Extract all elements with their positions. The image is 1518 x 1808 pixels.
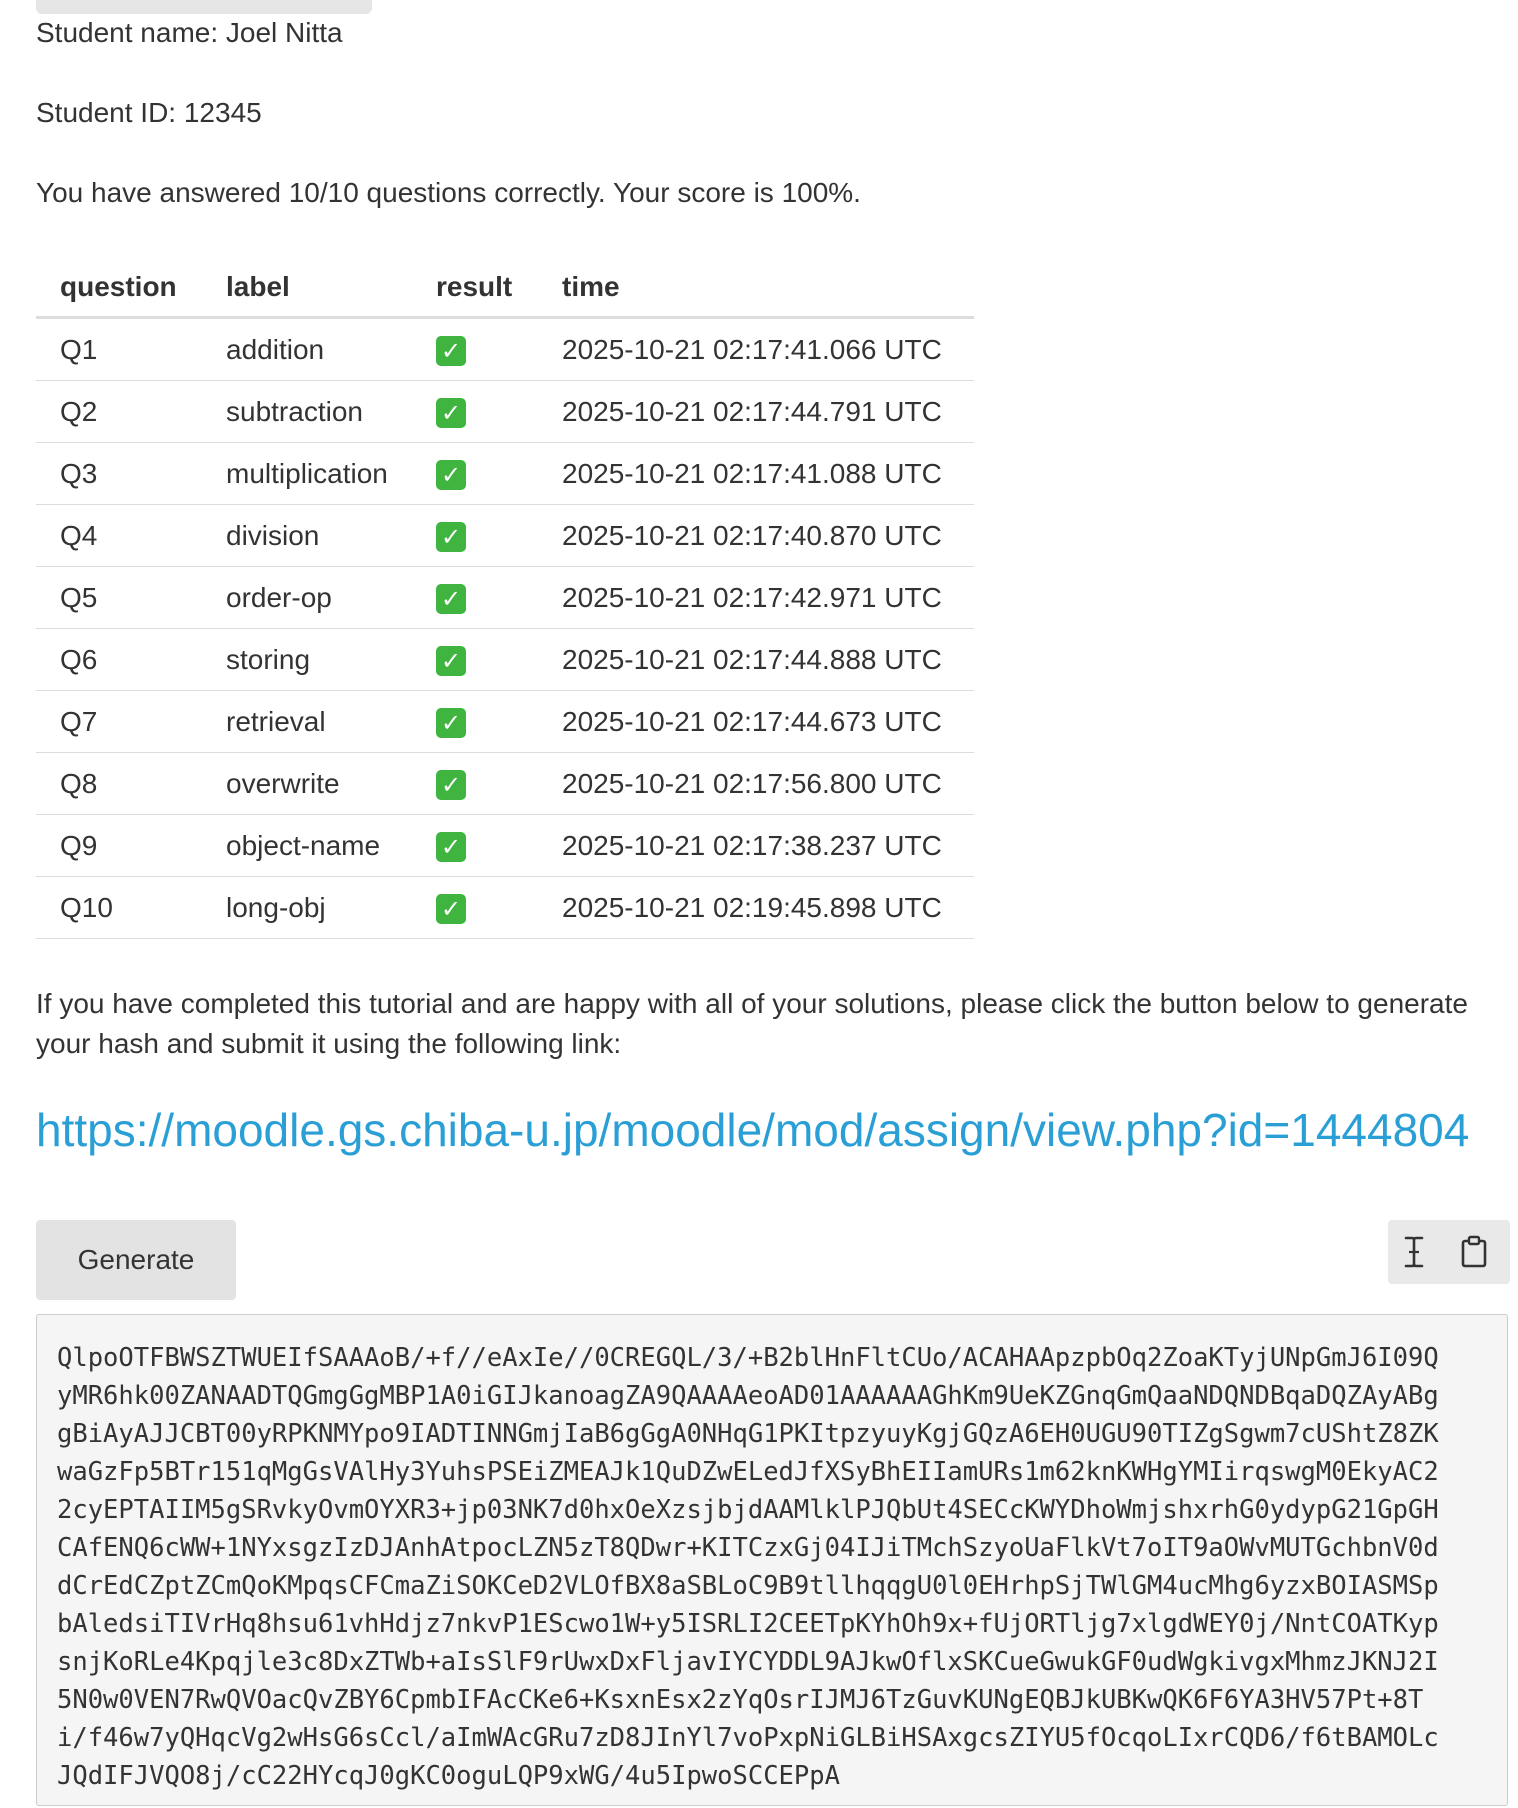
student-id: Student ID: 12345 <box>36 97 262 128</box>
hash-line: QlpoOTFBWSZTWUEIfSAAAoB/+f//eAxIe//0CREG… <box>57 1343 1439 1373</box>
label-cell: division <box>202 504 412 567</box>
table-row: Q8 overwrite ✓ 2025-10-21 02:17:56.800 UTC <box>36 752 974 815</box>
time-cell: 2025-10-21 02:17:42.971 UTC <box>538 566 974 629</box>
column-header-label: label <box>202 258 412 319</box>
question-cell: Q3 <box>36 442 202 505</box>
green-check-icon: ✓ <box>436 583 466 614</box>
result-cell: ✓ <box>412 566 538 629</box>
table-row: Q10 long-obj ✓ 2025-10-21 02:19:45.898 UTC <box>36 876 974 939</box>
table-row: Q6 storing ✓ 2025-10-21 02:17:44.888 UTC <box>36 628 974 691</box>
result-cell: ✓ <box>412 504 538 567</box>
question-cell: Q8 <box>36 752 202 815</box>
column-header-result: result <box>412 258 538 319</box>
green-check-icon: ✓ <box>436 645 466 676</box>
table-row: Q5 order-op ✓ 2025-10-21 02:17:42.971 UTC <box>36 566 974 629</box>
generate-button[interactable]: Generate <box>36 1220 236 1300</box>
result-cell: ✓ <box>412 317 538 381</box>
time-cell: 2025-10-21 02:17:44.888 UTC <box>538 628 974 691</box>
question-cell: Q5 <box>36 566 202 629</box>
results-table-body: Q1 addition ✓ 2025-10-21 02:17:41.066 UTC Q2… <box>36 317 974 939</box>
time-cell: 2025-10-21 02:19:45.898 UTC <box>538 876 974 939</box>
hash-line: waGzFp5BTr151qMgGsVAlHy3YuhsPSEiZMEAJk1Q… <box>57 1457 1439 1487</box>
score-summary: You have answered 10/10 questions correc… <box>36 177 861 208</box>
question-cell: Q1 <box>36 317 202 381</box>
green-check-icon: ✓ <box>436 769 466 800</box>
question-cell: Q4 <box>36 504 202 567</box>
time-cell: 2025-10-21 02:17:56.800 UTC <box>538 752 974 815</box>
hash-toolbar <box>1388 1220 1510 1284</box>
green-check-icon: ✓ <box>436 707 466 738</box>
table-row: Q3 multiplication ✓ 2025-10-21 02:17:41.088… <box>36 442 974 505</box>
moodle-submission-link[interactable]: https://moodle.gs.chiba-u.jp/moodle/mod/… <box>36 1102 1469 1158</box>
result-cell: ✓ <box>412 690 538 753</box>
table-row: Q4 division ✓ 2025-10-21 02:17:40.870 UTC <box>36 504 974 567</box>
time-cell: 2025-10-21 02:17:38.237 UTC <box>538 814 974 877</box>
table-row: Q1 addition ✓ 2025-10-21 02:17:41.066 UTC <box>36 317 974 381</box>
hash-line: i/f46w7yQHqcVg2wHsG6sCcl/aImWAcGRu7zD8JI… <box>57 1723 1439 1753</box>
label-cell: retrieval <box>202 690 412 753</box>
hash-line: gBiAyAJJCBT00yRPKNMYpo9IADTINNGmjIaB6gGg… <box>57 1419 1439 1449</box>
green-check-icon: ✓ <box>436 397 466 428</box>
label-cell: subtraction <box>202 380 412 443</box>
label-cell: long-obj <box>202 876 412 939</box>
label-cell: order-op <box>202 566 412 629</box>
time-cell: 2025-10-21 02:17:41.088 UTC <box>538 442 974 505</box>
question-cell: Q7 <box>36 690 202 753</box>
result-cell: ✓ <box>412 442 538 505</box>
column-header-question: question <box>36 258 202 319</box>
column-header-time: time <box>538 258 974 319</box>
hash-line: yMR6hk00ZANAADTQGmgGgMBP1A0iGIJkanoagZA9… <box>57 1381 1439 1411</box>
copy-to-clipboard-button[interactable] <box>1454 1232 1494 1272</box>
question-cell: Q2 <box>36 380 202 443</box>
green-check-icon: ✓ <box>436 893 466 924</box>
time-cell: 2025-10-21 02:17:41.066 UTC <box>538 317 974 381</box>
hash-line: bAledsiTIVrHq8hsu61vhHdjz7nkvP1EScwo1W+y… <box>57 1609 1439 1639</box>
green-check-icon: ✓ <box>436 459 466 490</box>
results-table: question label result time Q1 addition ✓ 20… <box>36 258 974 939</box>
result-cell: ✓ <box>412 814 538 877</box>
label-cell: multiplication <box>202 442 412 505</box>
hash-line: 5N0w0VEN7RwQVOacQvZBY6CpmbIFAcCKe6+KsxnE… <box>57 1685 1424 1715</box>
hash-output[interactable]: QlpoOTFBWSZTWUEIfSAAAoB/+f//eAxIe//0CREG… <box>36 1314 1508 1806</box>
text-cursor-icon <box>1404 1236 1424 1268</box>
result-cell: ✓ <box>412 876 538 939</box>
hash-line: 2cyEPTAIIM5gSRvkyOvmOYXR3+jp03NK7d0hxOeX… <box>57 1495 1439 1525</box>
hash-line: JQdIFJVQO8j/cC22HYcqJ0gKC0oguLQP9xWG/4u5… <box>57 1761 840 1791</box>
question-cell: Q10 <box>36 876 202 939</box>
table-row: Q2 subtraction ✓ 2025-10-21 02:17:44.791 UT… <box>36 380 974 443</box>
select-text-button[interactable] <box>1394 1232 1434 1272</box>
question-cell: Q6 <box>36 628 202 691</box>
green-check-icon: ✓ <box>436 831 466 862</box>
submission-instructions: If you have completed this tutorial and … <box>36 988 1468 1059</box>
student-name: Student name: Joel Nitta <box>36 17 343 48</box>
hash-line: dCrEdCZptZCmQoKMpqsCFCmaZiSOKCeD2VLOfBX8… <box>57 1571 1439 1601</box>
hash-line: CAfENQ6cWW+1NYxsgzIzDJAnhAtpocLZN5zT8QDw… <box>57 1533 1439 1563</box>
result-cell: ✓ <box>412 628 538 691</box>
time-cell: 2025-10-21 02:17:40.870 UTC <box>538 504 974 567</box>
green-check-icon: ✓ <box>436 335 466 366</box>
time-cell: 2025-10-21 02:17:44.673 UTC <box>538 690 974 753</box>
clipboard-icon <box>1461 1235 1487 1268</box>
green-check-icon: ✓ <box>436 521 466 552</box>
question-cell: Q9 <box>36 814 202 877</box>
results-table-header: question label result time <box>36 258 974 319</box>
label-cell: object-name <box>202 814 412 877</box>
table-row: Q7 retrieval ✓ 2025-10-21 02:17:44.673 UTC <box>36 690 974 753</box>
table-row: Q9 object-name ✓ 2025-10-21 02:17:38.237 UT… <box>36 814 974 877</box>
label-cell: overwrite <box>202 752 412 815</box>
result-cell: ✓ <box>412 380 538 443</box>
hash-line: snjKoRLe4Kpqjle3c8DxZTWb+aIsSlF9rUwxDxFl… <box>57 1647 1439 1677</box>
time-cell: 2025-10-21 02:17:44.791 UTC <box>538 380 974 443</box>
result-cell: ✓ <box>412 752 538 815</box>
label-cell: storing <box>202 628 412 691</box>
label-cell: addition <box>202 317 412 381</box>
previous-element-edge <box>36 0 372 14</box>
